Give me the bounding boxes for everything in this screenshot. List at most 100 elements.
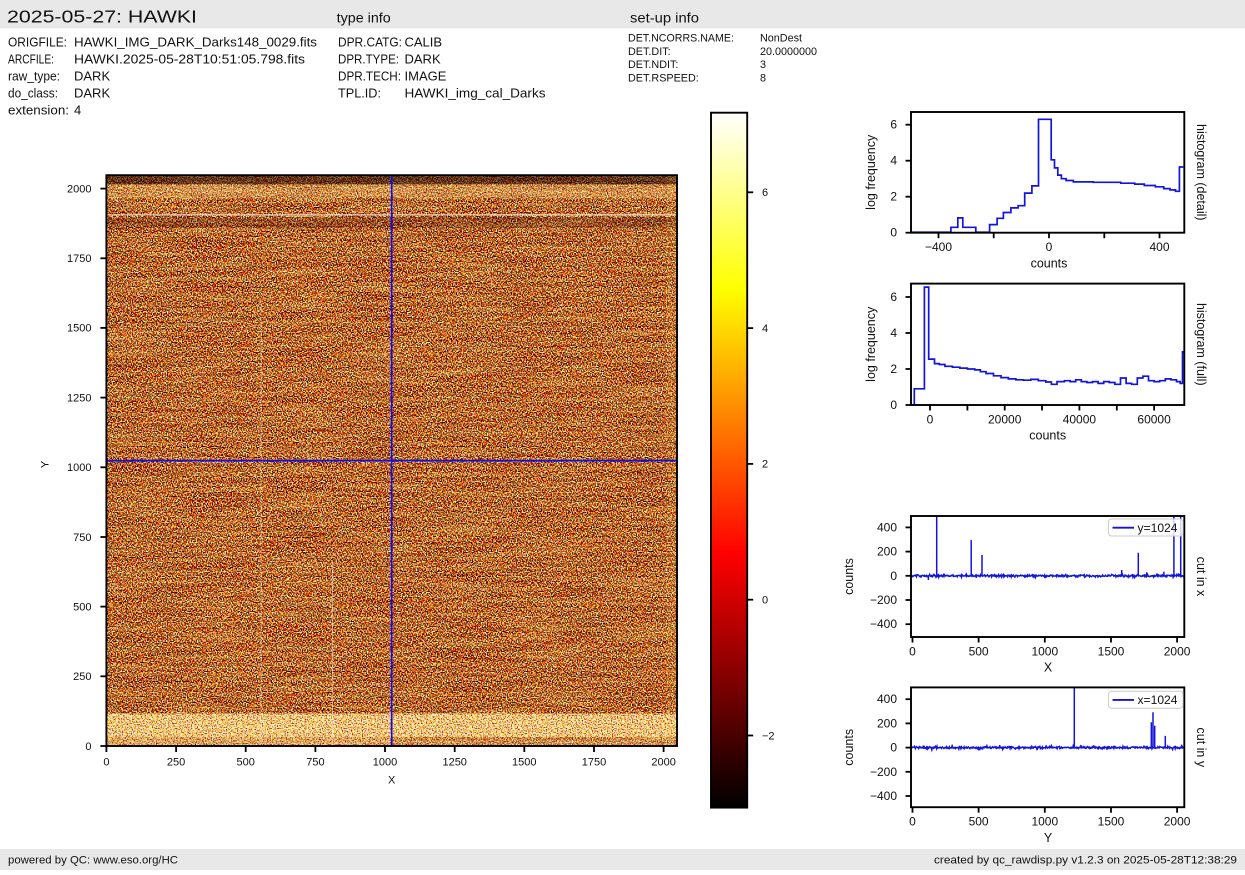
svg-text:6: 6: [890, 118, 897, 132]
svg-text:1250: 1250: [442, 757, 466, 769]
svg-text:created by qc_rawdisp.py v1.2.: created by qc_rawdisp.py v1.2.3 on 2025-…: [934, 855, 1237, 867]
svg-text:2000: 2000: [1164, 644, 1191, 658]
svg-text:DARK: DARK: [405, 52, 441, 67]
svg-text:TPL.ID:: TPL.ID:: [338, 86, 381, 101]
svg-text:counts: counts: [842, 558, 856, 595]
svg-text:2: 2: [890, 190, 897, 204]
svg-text:250: 250: [167, 757, 185, 769]
svg-text:0: 0: [909, 644, 916, 658]
svg-text:0: 0: [927, 412, 934, 426]
svg-text:ARCFILE:: ARCFILE:: [8, 52, 54, 67]
svg-text:Y: Y: [40, 460, 52, 468]
svg-text:cut in x: cut in x: [1194, 557, 1208, 597]
svg-text:0: 0: [1046, 240, 1053, 254]
svg-text:histogram (detail): histogram (detail): [1194, 124, 1208, 221]
svg-text:IMAGE: IMAGE: [405, 69, 447, 84]
svg-text:250: 250: [73, 671, 91, 683]
svg-text:0: 0: [103, 757, 109, 769]
svg-text:set-up info: set-up info: [630, 11, 699, 26]
svg-text:1500: 1500: [1098, 644, 1125, 658]
svg-text:0: 0: [890, 741, 897, 755]
svg-text:−400: −400: [870, 617, 897, 631]
svg-text:4: 4: [762, 323, 768, 335]
svg-text:1750: 1750: [67, 253, 91, 265]
svg-text:2000: 2000: [651, 757, 675, 769]
svg-text:400: 400: [1149, 240, 1169, 254]
svg-text:−200: −200: [870, 765, 897, 779]
svg-text:1500: 1500: [1098, 815, 1125, 829]
svg-text:histogram (full): histogram (full): [1194, 303, 1208, 386]
svg-text:200: 200: [877, 716, 897, 730]
svg-text:−2: −2: [762, 730, 775, 742]
svg-text:DARK: DARK: [74, 86, 110, 101]
svg-text:4: 4: [890, 326, 897, 340]
svg-text:1500: 1500: [512, 757, 536, 769]
svg-text:Y: Y: [1044, 831, 1053, 845]
svg-text:CALIB: CALIB: [405, 35, 443, 50]
svg-text:X: X: [1044, 661, 1053, 675]
svg-text:4: 4: [890, 154, 897, 168]
svg-text:0: 0: [890, 398, 897, 412]
svg-text:DPR.TYPE:: DPR.TYPE:: [338, 52, 399, 67]
svg-text:60000: 60000: [1137, 412, 1171, 426]
svg-text:DPR.TECH:: DPR.TECH:: [338, 69, 401, 84]
svg-text:1000: 1000: [373, 757, 397, 769]
svg-text:counts: counts: [1029, 429, 1066, 443]
svg-text:750: 750: [306, 757, 324, 769]
svg-text:750: 750: [73, 532, 91, 544]
svg-text:0: 0: [890, 569, 897, 583]
svg-text:500: 500: [969, 644, 989, 658]
svg-text:type info: type info: [337, 11, 391, 26]
svg-text:20.0000000: 20.0000000: [760, 46, 817, 58]
svg-text:500: 500: [73, 601, 91, 613]
svg-text:−400: −400: [925, 240, 952, 254]
svg-text:1750: 1750: [582, 757, 606, 769]
svg-text:400: 400: [877, 692, 897, 706]
svg-text:400: 400: [877, 520, 897, 534]
svg-text:500: 500: [969, 815, 989, 829]
svg-text:1250: 1250: [67, 392, 91, 404]
svg-text:40000: 40000: [1063, 412, 1097, 426]
svg-text:6: 6: [890, 290, 897, 304]
svg-text:2000: 2000: [1164, 815, 1191, 829]
svg-text:0: 0: [762, 595, 768, 607]
svg-text:1000: 1000: [1031, 815, 1058, 829]
svg-text:4: 4: [74, 103, 81, 118]
svg-text:0: 0: [909, 815, 916, 829]
svg-text:DPR.CATG:: DPR.CATG:: [338, 35, 402, 50]
svg-text:20000: 20000: [988, 412, 1022, 426]
svg-text:500: 500: [237, 757, 255, 769]
svg-text:DET.NCORRS.NAME:: DET.NCORRS.NAME:: [628, 33, 734, 45]
svg-text:DET.NDIT:: DET.NDIT:: [628, 59, 678, 71]
svg-text:HAWKI.2025-05-28T10:51:05.798.: HAWKI.2025-05-28T10:51:05.798.fits: [74, 52, 306, 67]
svg-text:2025-05-27: HAWKI: 2025-05-27: HAWKI: [7, 7, 197, 27]
svg-text:HAWKI_IMG_DARK_Darks148_0029.f: HAWKI_IMG_DARK_Darks148_0029.fits: [74, 35, 317, 50]
svg-text:ORIGFILE:: ORIGFILE:: [8, 35, 67, 50]
svg-text:0: 0: [85, 741, 91, 753]
svg-text:DARK: DARK: [74, 69, 110, 84]
svg-text:DET.DIT:: DET.DIT:: [628, 46, 671, 58]
svg-text:log frequency: log frequency: [864, 134, 878, 210]
svg-text:log frequency: log frequency: [864, 306, 878, 382]
svg-text:HAWKI_img_cal_Darks: HAWKI_img_cal_Darks: [405, 86, 547, 101]
svg-text:x=1024: x=1024: [1138, 693, 1178, 707]
svg-text:0: 0: [890, 226, 897, 240]
svg-text:NonDest: NonDest: [760, 33, 802, 45]
svg-text:X: X: [388, 775, 396, 787]
svg-text:DET.RSPEED:: DET.RSPEED:: [628, 72, 699, 84]
svg-text:counts: counts: [842, 729, 856, 766]
svg-text:2: 2: [890, 362, 897, 376]
svg-text:1000: 1000: [67, 462, 91, 474]
svg-text:extension:: extension:: [8, 103, 69, 118]
svg-text:−400: −400: [870, 789, 897, 803]
svg-text:2: 2: [762, 459, 768, 471]
svg-text:2000: 2000: [67, 183, 91, 195]
svg-text:do_class:: do_class:: [8, 86, 58, 101]
svg-text:6: 6: [762, 187, 768, 199]
svg-text:raw_type:: raw_type:: [8, 69, 60, 84]
svg-text:8: 8: [760, 72, 766, 84]
svg-text:200: 200: [877, 545, 897, 559]
svg-text:1000: 1000: [1031, 644, 1058, 658]
svg-text:1500: 1500: [67, 323, 91, 335]
svg-text:cut in y: cut in y: [1194, 727, 1208, 767]
